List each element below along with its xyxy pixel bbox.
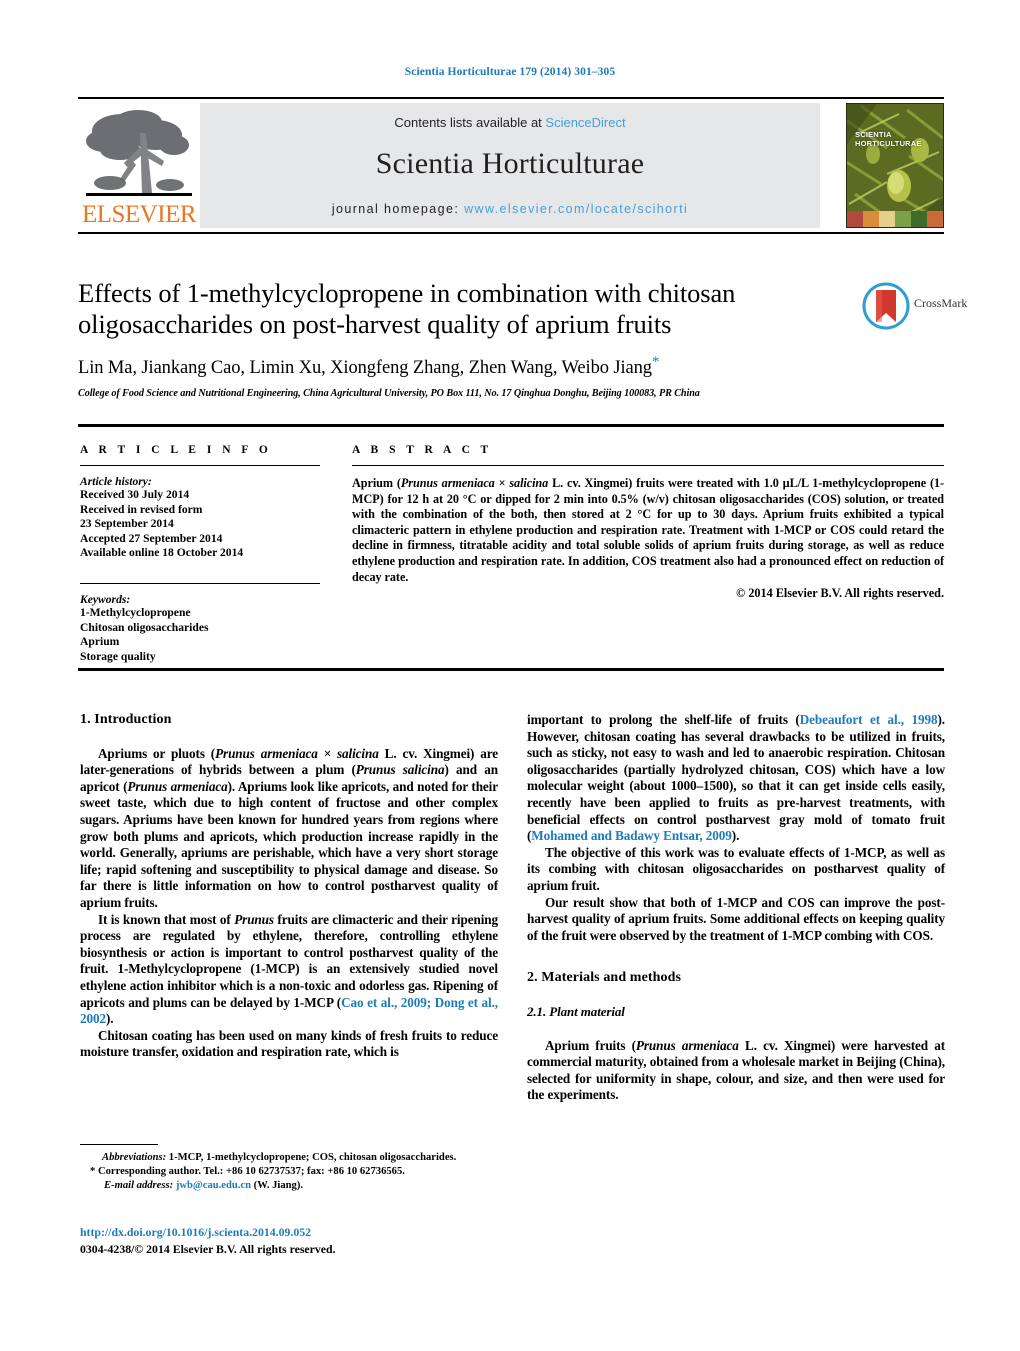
- keyword-item: Aprium: [80, 635, 120, 649]
- email-label: E-mail address:: [104, 1180, 174, 1191]
- paragraph: Our result show that both of 1-MCP and C…: [527, 894, 945, 943]
- abstract-copyright: © 2014 Elsevier B.V. All rights reserved…: [736, 586, 944, 601]
- abstract-seg: ×: [494, 476, 510, 490]
- para-seg: It is known that most of: [98, 911, 235, 927]
- running-head: Scientia Horticulturae 179 (2014) 301–30…: [404, 66, 616, 78]
- footnote-rule: [80, 1144, 158, 1145]
- keyword-item: Chitosan oligosaccharides: [80, 620, 209, 634]
- subsection-heading-plant-material: 2.1. Plant material: [527, 1003, 625, 1019]
- abstract-seg: L. cv. Xingmei) fruits were treated with…: [352, 476, 945, 584]
- journal-banner: Contents lists available at ScienceDirec…: [200, 103, 820, 228]
- history-item: 23 September 2014: [80, 517, 174, 531]
- citation-link[interactable]: Debeaufort et al., 1998: [800, 712, 938, 727]
- keywords-label: Keywords:: [80, 592, 131, 606]
- email-suffix: (W. Jiang).: [251, 1180, 304, 1191]
- abstract-rule: [352, 465, 944, 466]
- article-info-heading: A R T I C L E I N F O: [80, 444, 272, 456]
- para-seg: Aprium fruits (: [545, 1037, 636, 1053]
- journal-masthead: ELSEVIER Contents lists available at Sci…: [78, 97, 944, 234]
- history-item: Received 30 July 2014: [80, 488, 190, 501]
- keywords-block: Keywords: 1-Methylcyclopropene Chitosan …: [80, 582, 320, 664]
- crossmark-label: CrossMark: [914, 296, 968, 310]
- elsevier-tree-icon: [86, 110, 192, 196]
- elsevier-logo: ELSEVIER: [80, 105, 198, 227]
- abstract-text: Aprium (Prunus armeniaca × salicina L. c…: [352, 476, 944, 585]
- article-history-label: Article history:: [80, 475, 152, 488]
- history-item: Accepted 27 September 2014: [80, 531, 223, 545]
- para-seg: ). Apriums look like apricots, and noted…: [80, 778, 498, 910]
- body-column-left: 1. Introduction Apriums or pluots (Prunu…: [80, 712, 498, 1061]
- history-item: Received in revised form: [80, 502, 203, 516]
- paragraph: Chitosan coating has been used on many k…: [80, 1027, 498, 1060]
- email-footnote: E-mail address: jwb@cau.edu.cn (W. Jiang…: [80, 1179, 500, 1193]
- abstract-species-1: Prunus armeniaca: [400, 476, 495, 490]
- info-band-bottom-rule: [78, 668, 944, 671]
- abstract-seg: Aprium (: [352, 476, 401, 490]
- species-name: Prunus: [234, 911, 274, 927]
- footnote-block: Abbreviations: 1-MCP, 1-methylcycloprope…: [80, 1144, 500, 1193]
- email-link[interactable]: jwb@cau.edu.cn: [176, 1180, 251, 1191]
- para-seg: important to prolong the shelf-life of f…: [527, 712, 800, 727]
- info-band-top-rule: [78, 424, 944, 427]
- author-names: Lin Ma, Jiankang Cao, Limin Xu, Xiongfen…: [78, 358, 652, 379]
- cover-label-line-1: SCIENTIA: [855, 130, 892, 139]
- section-heading-introduction: 1. Introduction: [80, 712, 172, 727]
- body-column-right: important to prolong the shelf-life of f…: [527, 712, 945, 1104]
- corresponding-author-marker: *: [651, 354, 660, 370]
- species-name: Prunus salicina: [355, 762, 445, 778]
- article-info-rule: [80, 465, 320, 466]
- keyword-item: 1-Methylcyclopropene: [80, 605, 191, 619]
- corresponding-author-footnote: * Corresponding author. Tel.: +86 10 627…: [80, 1165, 500, 1179]
- para-seg: ). However, chitosan coating has several…: [527, 712, 945, 844]
- contents-available-line: Contents lists available at ScienceDirec…: [200, 103, 820, 130]
- article-info-column: A R T I C L E I N F O Article history: R…: [80, 444, 320, 664]
- journal-title: Scientia Horticulturae: [375, 147, 645, 180]
- page-title: Effects of 1-methylcyclopropene in combi…: [78, 278, 736, 339]
- abbreviations-footnote: Abbreviations: 1-MCP, 1-methylcycloprope…: [80, 1151, 500, 1165]
- cover-artwork-icon: [847, 104, 943, 227]
- paragraph: Apriums or pluots (Prunus armeniaca × sa…: [80, 746, 498, 912]
- journal-cover-thumbnail: SCIENTIA HORTICULTURAE: [846, 103, 944, 228]
- species-name: Prunus armeniaca: [127, 778, 228, 794]
- species-name: Prunus armeniaca: [635, 1037, 739, 1053]
- contents-prefix: Contents lists available at: [394, 115, 546, 130]
- section-heading-materials-methods: 2. Materials and methods: [527, 970, 682, 986]
- abbreviations-label: Abbreviations:: [102, 1152, 167, 1163]
- abstract-column: A B S T R A C T Aprium (Prunus armeniaca…: [352, 444, 944, 601]
- cover-journal-name: SCIENTIA HORTICULTURAE: [855, 130, 922, 148]
- para-seg: Apriums or pluots (: [98, 745, 216, 761]
- author-list: Lin Ma, Jiankang Cao, Limin Xu, Xiongfen…: [78, 354, 838, 379]
- species-name: Prunus armeniaca × salicina: [215, 745, 379, 761]
- para-seg: ).: [731, 828, 740, 844]
- crossmark-badge[interactable]: CrossMark: [862, 282, 967, 332]
- history-item: Available online 18 October 2014: [80, 546, 244, 560]
- paragraph: important to prolong the shelf-life of f…: [527, 712, 945, 845]
- journal-homepage-link[interactable]: www.elsevier.com/locate/scihorti: [464, 202, 688, 216]
- para-seg: ).: [105, 1011, 114, 1027]
- crossmark-icon[interactable]: [862, 282, 910, 330]
- doi-link[interactable]: http://dx.doi.org/10.1016/j.scienta.2014…: [80, 1225, 510, 1240]
- affiliation: College of Food Science and Nutritional …: [78, 388, 700, 400]
- issn-copyright: 0304-4238/© 2014 Elsevier B.V. All right…: [80, 1242, 336, 1256]
- article-title-block: Effects of 1-methylcyclopropene in combi…: [78, 278, 838, 399]
- corresponding-text: Corresponding author. Tel.: +86 10 62737…: [95, 1166, 405, 1177]
- sciencedirect-link[interactable]: ScienceDirect: [545, 115, 625, 130]
- paragraph: Aprium fruits (Prunus armeniaca L. cv. X…: [527, 1038, 945, 1104]
- journal-article-page: Scientia Horticulturae 179 (2014) 301–30…: [0, 0, 1020, 1351]
- abstract-species-2: salicina: [509, 476, 549, 490]
- abstract-heading: A B S T R A C T: [352, 444, 493, 456]
- elsevier-wordmark: ELSEVIER: [81, 201, 197, 228]
- citation-link[interactable]: Mohamed and Badawy Entsar, 2009: [531, 828, 732, 843]
- doi-block: http://dx.doi.org/10.1016/j.scienta.2014…: [80, 1225, 510, 1257]
- keyword-item: Storage quality: [80, 649, 156, 663]
- paragraph: It is known that most of Prunus fruits a…: [80, 912, 498, 1028]
- cover-label-line-2: HORTICULTURAE: [855, 139, 922, 148]
- paragraph: The objective of this work was to evalua…: [527, 844, 945, 893]
- journal-homepage-line: journal homepage: www.elsevier.com/locat…: [200, 202, 820, 216]
- homepage-prefix: journal homepage:: [331, 202, 465, 216]
- cover-color-strip: [847, 211, 943, 227]
- abbreviations-text: 1-MCP, 1-methylcyclopropene; COS, chitos…: [166, 1152, 457, 1163]
- keywords-rule: [80, 582, 320, 584]
